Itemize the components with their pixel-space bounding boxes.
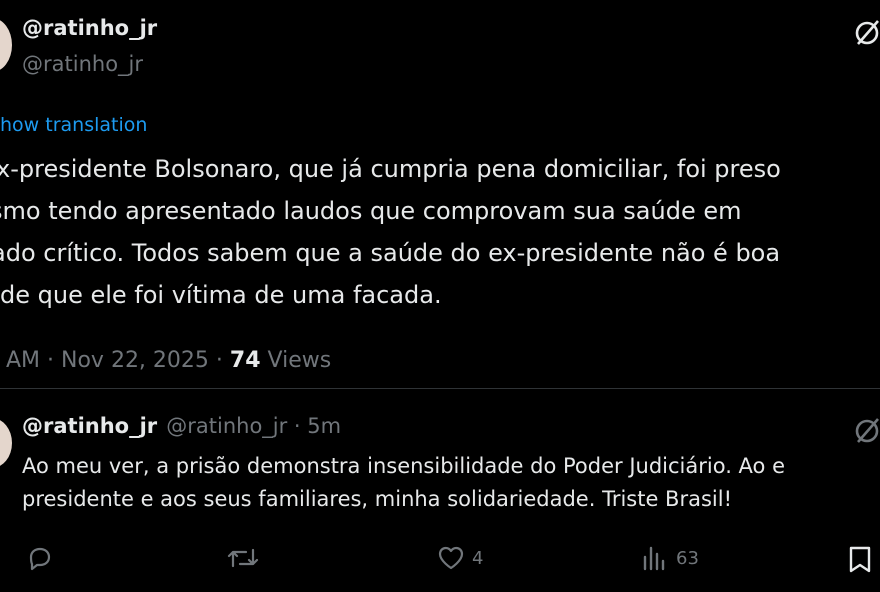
views-icon bbox=[643, 546, 665, 571]
bookmark-icon bbox=[849, 546, 871, 573]
tweet-text-line: x-presidente Bolsonaro, que já cumpria p… bbox=[0, 155, 781, 183]
views-count: 74 bbox=[229, 348, 261, 373]
reply-icon bbox=[29, 547, 51, 571]
tweet-text-line: smo tendo apresentado laudos que comprov… bbox=[0, 197, 742, 225]
reply-text-line: Ao meu ver, a prisão demonstra insensibi… bbox=[22, 454, 785, 478]
retweet-icon bbox=[227, 548, 259, 568]
views-button[interactable]: 63 bbox=[640, 544, 699, 572]
retweet-button[interactable] bbox=[226, 544, 260, 572]
views-count-reply: 63 bbox=[676, 547, 699, 569]
tweet-text-line: de que ele foi vítima de uma facada. bbox=[0, 281, 442, 309]
reply-avatar[interactable] bbox=[0, 418, 12, 468]
reply-header: @ratinho_jr @ratinho_jr · 5m bbox=[22, 414, 341, 438]
author-handle[interactable]: @ratinho_jr bbox=[22, 52, 143, 76]
grok-icon[interactable] bbox=[852, 18, 880, 48]
heart-icon bbox=[438, 546, 464, 570]
tweet-timestamp[interactable]: AM · Nov 22, 2025 · bbox=[6, 348, 230, 373]
avatar[interactable] bbox=[0, 18, 12, 72]
tweet-meta: AM · Nov 22, 2025 · 74 Views bbox=[6, 348, 331, 373]
bookmark-button[interactable] bbox=[846, 544, 874, 574]
show-translation-link[interactable]: how translation bbox=[0, 114, 147, 136]
reply-grok-icon[interactable] bbox=[852, 416, 880, 446]
like-count: 4 bbox=[472, 547, 484, 569]
reply-button[interactable] bbox=[26, 544, 54, 572]
tweet-text-line: ado crítico. Todos sabem que a saúde do … bbox=[0, 239, 781, 267]
reply-handle-time[interactable]: @ratinho_jr · 5m bbox=[166, 414, 341, 438]
author-name[interactable]: @ratinho_jr bbox=[22, 16, 157, 40]
reply-author-name[interactable]: @ratinho_jr bbox=[22, 414, 157, 438]
views-label: Views bbox=[260, 348, 332, 373]
reply-text-line: presidente e aos seus familiares, minha … bbox=[22, 487, 732, 511]
divider bbox=[0, 388, 880, 389]
tweet-text: x-presidente Bolsonaro, que já cumpria p… bbox=[0, 148, 781, 316]
like-button[interactable]: 4 bbox=[436, 544, 483, 572]
reply-text: Ao meu ver, a prisão demonstra insensibi… bbox=[22, 450, 785, 516]
